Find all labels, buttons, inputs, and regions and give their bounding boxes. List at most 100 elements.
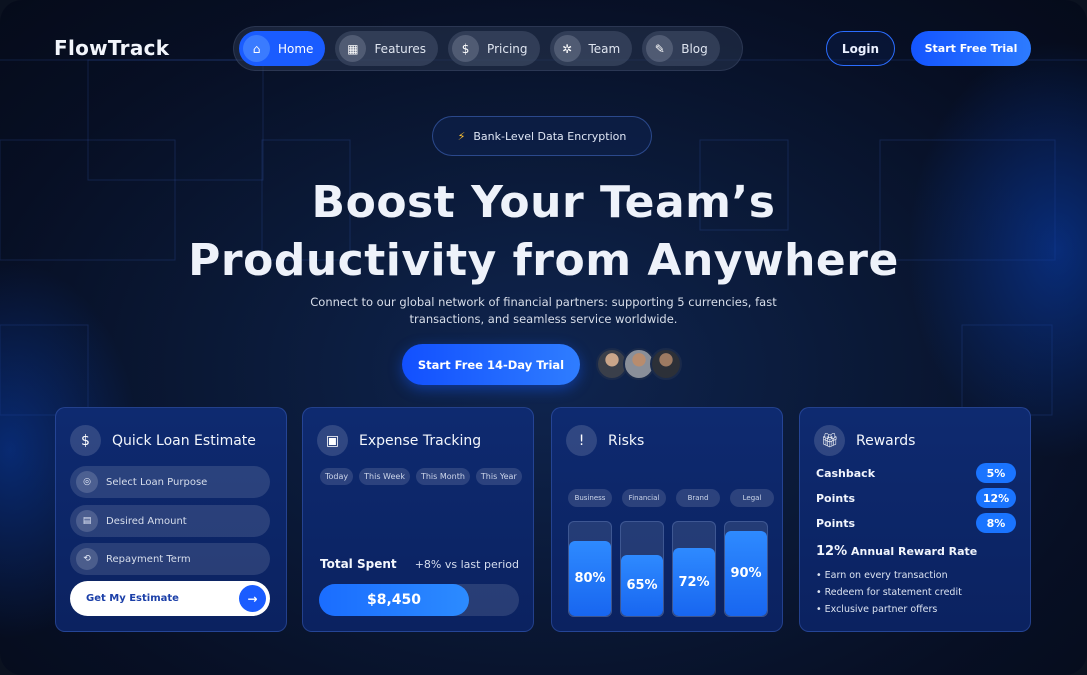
card-header: ! Risks (566, 425, 644, 456)
risk-bar: 80% (568, 521, 612, 617)
grid-icon: ▦ (339, 35, 367, 62)
tag-icon: $ (452, 35, 480, 62)
hero-title-line-1: Boost Your Team’s (311, 177, 776, 228)
reward-value-badge: 5% (976, 463, 1016, 483)
logo[interactable]: FlowTrack (54, 36, 169, 60)
blog-icon: ✎ (646, 35, 674, 62)
hero-title: Boost Your Team’s Productivity from Anyw… (0, 174, 1087, 290)
card-title: Risks (608, 432, 645, 449)
gift-icon: 🎁︎ (814, 425, 845, 456)
annual-reward-rate: 12% Annual Reward Rate (816, 544, 977, 559)
nav-item-features[interactable]: ▦ Features (335, 31, 439, 66)
reward-name: Cashback (816, 466, 876, 480)
risk-bar-fill: 90% (725, 531, 767, 616)
spent-delta: +8% vs last period (414, 558, 519, 571)
money-icon: ▤ (76, 510, 98, 532)
risk-categories: Business Financial Brand Legal (568, 489, 774, 507)
reward-value-badge: 12% (976, 488, 1016, 508)
risk-bar-fill: 65% (621, 554, 663, 616)
benefit-text: Earn on every transaction (824, 570, 948, 581)
start-free-trial-button[interactable]: Start Free Trial (911, 31, 1031, 66)
reward-name: Points (816, 491, 856, 505)
nav-item-label: Pricing (487, 41, 528, 56)
reward-rate-label: Annual Reward Rate (850, 545, 978, 558)
nav-item-team[interactable]: ✲ Team (549, 31, 633, 66)
purpose-icon: ◎ (76, 471, 98, 493)
reward-row: Points 8% (816, 513, 1016, 533)
hero-title-line-2: Productivity from Anywhere (188, 235, 899, 286)
risk-bars: 80% 65% 72% 90% (568, 521, 768, 617)
period-tabs: Today This Week This Month This Year (320, 468, 522, 485)
spent-progress-fill: $8,450 (319, 584, 469, 616)
lightning-icon: ⚡ (457, 129, 466, 143)
money-bag-icon: $ (70, 425, 101, 456)
card-header: 🎁︎ Rewards (814, 425, 915, 456)
repayment-term-field[interactable]: ⟲ Repayment Term (70, 543, 270, 575)
nav-item-blog[interactable]: ✎ Blog (642, 31, 720, 66)
card-header: $ Quick Loan Estimate (70, 425, 256, 456)
reward-name: Points (816, 516, 856, 530)
term-icon: ⟲ (76, 548, 98, 570)
card-title: Rewards (856, 432, 916, 449)
reward-rate-value: 12% (816, 544, 848, 559)
field-placeholder: Desired Amount (106, 515, 187, 527)
card-header: ▣ Expense Tracking (317, 425, 481, 456)
nav-item-home[interactable]: ⌂ Home (239, 31, 326, 66)
tab-this-week[interactable]: This Week (359, 468, 410, 485)
benefit-item: • Earn on every transaction (816, 570, 948, 581)
expense-tracking-card: ▣ Expense Tracking Today This Week This … (302, 407, 534, 632)
card-title: Expense Tracking (359, 432, 482, 449)
nav-item-label: Blog (681, 41, 708, 56)
risk-bar-fill: 80% (569, 540, 611, 616)
team-icon: ✲ (553, 35, 581, 62)
reward-benefits: • Earn on every transaction • Redeem for… (816, 567, 962, 618)
button-label: Get My Estimate (86, 593, 179, 604)
nav-item-label: Features (374, 41, 427, 56)
desired-amount-field[interactable]: ▤ Desired Amount (70, 505, 270, 537)
risk-bar: 65% (620, 521, 664, 617)
badge-label: Bank-Level Data Encryption (473, 129, 627, 143)
reward-row: Cashback 5% (816, 463, 1016, 483)
hero-subtitle: Connect to our global network of financi… (310, 295, 777, 326)
field-placeholder: Repayment Term (106, 553, 191, 565)
page-frame: FlowTrack ⌂ Home ▦ Features $ Pricing ✲ … (0, 0, 1087, 675)
home-icon: ⌂ (243, 35, 270, 62)
risks-card: ! Risks Business Financial Brand Legal 8… (551, 407, 783, 632)
benefit-text: Redeem for statement credit (824, 587, 962, 598)
risk-category: Financial (622, 489, 666, 507)
benefit-text: Exclusive partner offers (824, 604, 938, 615)
risk-category: Business (568, 489, 612, 507)
warning-icon: ! (566, 425, 597, 456)
get-estimate-button[interactable]: Get My Estimate → (70, 581, 270, 616)
risk-category: Brand (676, 489, 720, 507)
field-placeholder: Select Loan Purpose (106, 476, 208, 488)
receipt-icon: ▣ (317, 425, 348, 456)
avatar (650, 348, 682, 380)
risk-bar: 90% (724, 521, 768, 617)
nav-item-pricing[interactable]: $ Pricing (448, 31, 540, 66)
benefit-item: • Redeem for statement credit (816, 587, 962, 598)
reward-row: Points 12% (816, 488, 1016, 508)
risk-category: Legal (730, 489, 774, 507)
avatar-group (596, 348, 682, 380)
encryption-badge: ⚡ Bank-Level Data Encryption (432, 116, 652, 156)
spent-progress-track: $8,450 (319, 584, 519, 616)
nav-item-label: Team (588, 41, 621, 56)
nav-item-label: Home (278, 41, 314, 56)
main-nav: ⌂ Home ▦ Features $ Pricing ✲ Team ✎ Blo… (233, 26, 743, 71)
tab-this-month[interactable]: This Month (415, 468, 470, 485)
reward-value-badge: 8% (976, 513, 1016, 533)
rewards-card: 🎁︎ Rewards Cashback 5% Points 12% Points… (799, 407, 1031, 632)
arrow-right-icon: → (239, 585, 266, 612)
tab-today[interactable]: Today (320, 468, 354, 485)
start-trial-cta-button[interactable]: Start Free 14-Day Trial (402, 344, 580, 385)
risk-bar: 72% (672, 521, 716, 617)
login-button[interactable]: Login (826, 31, 895, 66)
tab-this-year[interactable]: This Year (475, 468, 522, 485)
risk-bar-fill: 72% (673, 548, 715, 616)
benefit-item: • Exclusive partner offers (816, 604, 938, 615)
card-title: Quick Loan Estimate (112, 432, 256, 449)
total-spent-label: Total Spent (320, 557, 397, 571)
loan-purpose-select[interactable]: ◎ Select Loan Purpose (70, 466, 270, 498)
quick-loan-card: $ Quick Loan Estimate ◎ Select Loan Purp… (55, 407, 287, 632)
